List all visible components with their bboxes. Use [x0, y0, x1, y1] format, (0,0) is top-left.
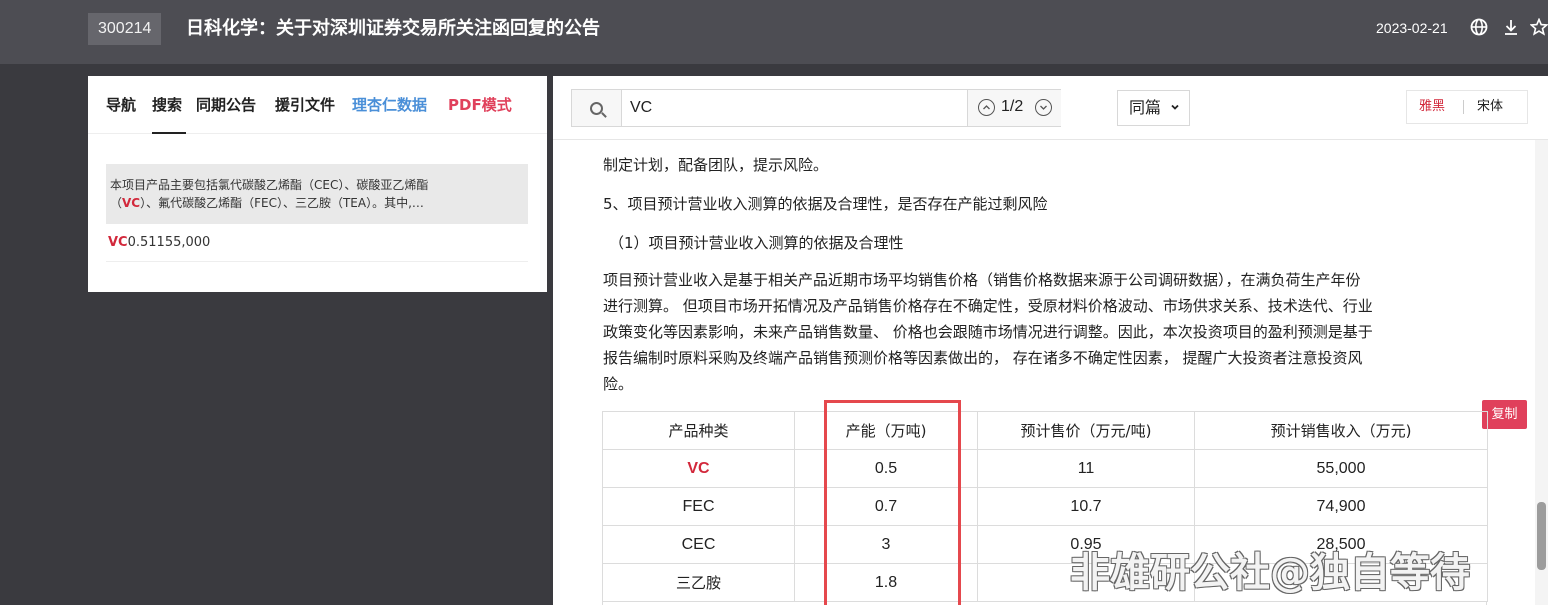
- table-cell: 11: [977, 449, 1195, 488]
- font-option-songti[interactable]: 宋体: [1477, 91, 1503, 123]
- left-panel: 导航 搜索 同期公告 援引文件 理杏仁数据 PDF模式 本项目产品主要包括氯代碳…: [88, 76, 547, 292]
- scope-value: 同篇: [1129, 98, 1162, 117]
- search-icon: [590, 102, 603, 115]
- font-option-yahei[interactable]: 雅黑: [1419, 91, 1445, 123]
- result-text-line: 本项目产品主要包括氯代碳酸乙烯酯（CEC）、碳酸亚乙烯酯: [110, 178, 429, 192]
- document-date: 2023-02-21: [1376, 20, 1448, 36]
- chevron-down-icon: [1170, 91, 1180, 125]
- watermark: 非雄研公社@独自等待: [1070, 550, 1470, 596]
- table-cell: 74,900: [1194, 487, 1488, 526]
- star-icon[interactable]: [1528, 17, 1548, 42]
- column-header: 预计销售收入（万元): [1194, 411, 1488, 450]
- tab-cited-docs[interactable]: 援引文件: [275, 94, 335, 115]
- body-line: 政策变化等因素影响，未来产品销售数量、 价格也会跟随市场情况进行调整。因此，本次…: [603, 323, 1373, 341]
- table-row-partial: [602, 601, 1487, 605]
- copy-button[interactable]: 复制: [1482, 400, 1527, 429]
- stock-code-badge: 300214: [88, 13, 162, 45]
- active-tab-indicator: [152, 132, 186, 134]
- table-cell: 三乙胺: [602, 563, 795, 602]
- column-header: 预计售价（万元/吨): [977, 411, 1195, 450]
- match-highlight: VC: [122, 196, 141, 210]
- annotation-highlight-box: [824, 400, 961, 605]
- tab-same-period[interactable]: 同期公告: [196, 94, 256, 115]
- table-cell: FEC: [602, 487, 795, 526]
- table-cell: 55,000: [1194, 449, 1488, 488]
- body-line: 险。: [603, 375, 634, 393]
- table-cell: 10.7: [977, 487, 1195, 526]
- match-navigator: 1/2: [967, 90, 1061, 126]
- globe-icon[interactable]: [1468, 18, 1490, 42]
- section-heading: 5、项目预计营业收入测算的依据及合理性，是否存在产能过剩风险: [603, 195, 1048, 213]
- top-bar: 300214 日科化学：关于对深圳证券交易所关注函回复的公告 2023-02-2…: [0, 0, 1548, 64]
- scrollbar-thumb[interactable]: [1537, 502, 1546, 570]
- body-line: 进行测算。 但项目市场开拓情况及产品销售价格存在不确定性，受原材料价格波动、市场…: [603, 297, 1373, 315]
- tab-search[interactable]: 搜索: [152, 94, 182, 115]
- tab-pdf-mode[interactable]: PDF模式: [448, 94, 512, 115]
- divider: [1463, 100, 1464, 114]
- previous-match-button[interactable]: [978, 99, 995, 116]
- body-line: 项目预计营业收入是基于相关产品近期市场平均销售价格（销售价格数据来源于公司调研数…: [603, 271, 1361, 289]
- download-icon[interactable]: [1500, 18, 1522, 42]
- document-viewer: 1/2 同篇 雅黑 宋体 制定计划，配备团队，提示风险。 5、项目预计营业收入测…: [553, 76, 1548, 605]
- search-button[interactable]: [572, 90, 622, 126]
- table-header-row: 产品种类 产能（万吨) 预计售价（万元/吨) 预计销售收入（万元): [602, 411, 1488, 450]
- search-input[interactable]: [630, 97, 960, 119]
- search-scope-select[interactable]: 同篇: [1117, 90, 1190, 126]
- search-result-item[interactable]: 本项目产品主要包括氯代碳酸乙烯酯（CEC）、碳酸亚乙烯酯 （VC）、氟代碳酸乙烯…: [106, 164, 528, 224]
- column-header: 产品种类: [602, 411, 795, 450]
- next-match-button[interactable]: [1035, 99, 1052, 116]
- tab-navigation[interactable]: 导航: [106, 94, 136, 115]
- font-switcher: 雅黑 宋体: [1406, 90, 1528, 124]
- nav-tabs: 导航 搜索 同期公告 援引文件 理杏仁数据 PDF模式: [88, 76, 547, 134]
- result-text: 0.51155,000: [127, 235, 211, 250]
- tab-lixinger-data[interactable]: 理杏仁数据: [352, 94, 427, 115]
- document-title: 日科化学：关于对深圳证券交易所关注函回复的公告: [186, 18, 600, 39]
- body-paragraph: 项目预计营业收入是基于相关产品近期市场平均销售价格（销售价格数据来源于公司调研数…: [603, 267, 1488, 397]
- match-counter: 1/2: [1001, 98, 1024, 115]
- match-highlight: VC: [108, 235, 128, 250]
- search-result-item[interactable]: VC0.51155,000: [106, 234, 528, 262]
- divider: [553, 139, 1548, 140]
- table-row: VC 0.5 11 55,000: [602, 449, 1488, 488]
- subsection-heading: （1）项目预计营业收入测算的依据及合理性: [609, 234, 904, 252]
- body-line: 报告编制时原料采购及终端产品销售预测价格等因素做出的， 存在诸多不确定性因素， …: [603, 349, 1363, 367]
- paragraph: 制定计划，配备团队，提示风险。: [603, 156, 829, 174]
- search-box: 1/2: [571, 89, 1061, 127]
- table-cell: CEC: [602, 525, 795, 564]
- table-cell: VC: [602, 449, 795, 488]
- result-text-line: （VC）、氟代碳酸乙烯酯（FEC）、三乙胺（TEA）。其中,…: [110, 196, 424, 210]
- table-row: FEC 0.7 10.7 74,900: [602, 487, 1488, 526]
